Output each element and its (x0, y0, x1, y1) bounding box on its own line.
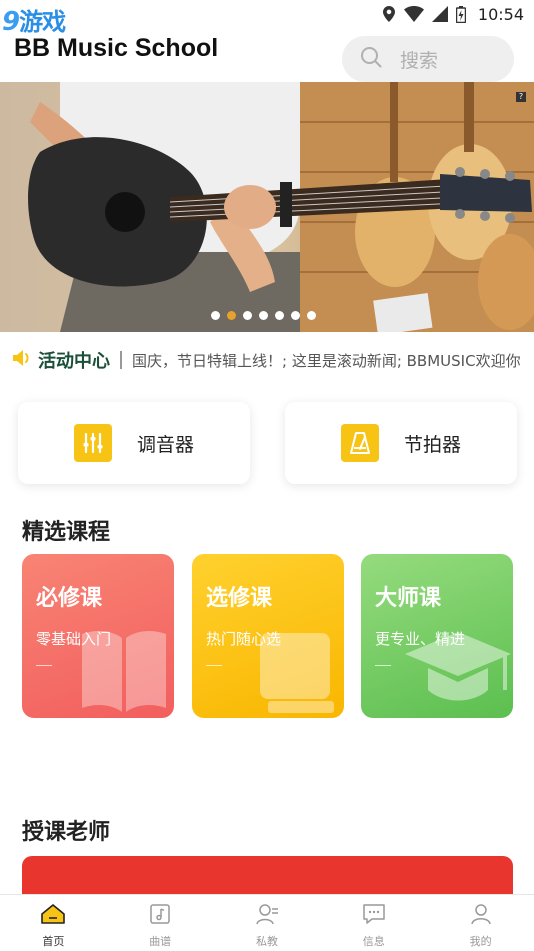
graduation-cap-icon (403, 624, 513, 718)
nav-label: 私教 (255, 935, 278, 948)
banner-ad-mark: ? (516, 92, 526, 102)
notebook-icon (254, 629, 344, 718)
nav-item-tutor[interactable]: 私教 (214, 895, 321, 951)
metronome-button[interactable]: 节拍器 (285, 402, 517, 484)
sheet-music-icon (149, 903, 171, 929)
nav-label: 信息 (362, 935, 385, 948)
course-title: 必修课 (36, 586, 103, 611)
metronome-label: 节拍器 (404, 433, 462, 456)
status-bar: 10:54 (0, 0, 534, 28)
search-input[interactable]: 搜索 (342, 36, 514, 82)
notice-title: 活动中心 (38, 351, 110, 372)
notice-marquee-text: 国庆，节日特辑上线！; 这里是滚动新闻; BBMUSIC欢迎你 (132, 351, 521, 370)
speaker-icon (12, 349, 32, 371)
profile-icon (470, 903, 492, 929)
course-divider (375, 665, 391, 666)
carousel-dots (211, 311, 316, 320)
message-icon (362, 903, 386, 929)
nav-item-sheet-music[interactable]: 曲谱 (107, 895, 214, 951)
app-header: BB Music School 搜索 (0, 28, 534, 82)
search-icon (360, 46, 382, 72)
location-icon (382, 6, 396, 22)
course-divider (206, 665, 222, 666)
carousel-dot[interactable] (243, 311, 252, 320)
battery-icon (455, 5, 466, 23)
course-divider (36, 665, 52, 666)
carousel-dot[interactable] (211, 311, 220, 320)
course-title: 大师课 (375, 586, 442, 611)
wifi-icon (403, 6, 424, 22)
nav-item-messages[interactable]: 信息 (320, 895, 427, 951)
notice-divider (120, 351, 122, 369)
home-icon (40, 903, 66, 929)
status-time: 10:54 (477, 4, 524, 24)
carousel-dot[interactable] (275, 311, 284, 320)
metronome-icon (341, 424, 379, 462)
nav-label: 我的 (469, 935, 492, 948)
course-card-required[interactable]: 必修课 零基础入门 (22, 554, 174, 718)
course-card-master[interactable]: 大师课 更专业、精进 (361, 554, 513, 718)
carousel-dot[interactable] (259, 311, 268, 320)
nav-label: 曲谱 (149, 935, 172, 948)
nav-item-profile[interactable]: 我的 (427, 895, 534, 951)
carousel-dot[interactable] (291, 311, 300, 320)
courses-section-title: 精选课程 (22, 520, 111, 545)
notice-bar[interactable]: 活动中心 国庆，节日特辑上线！; 这里是滚动新闻; BBMUSIC欢迎你 (0, 332, 534, 388)
tuner-icon (74, 424, 112, 462)
app-title: BB Music School (14, 34, 219, 62)
tuner-label: 调音器 (137, 433, 195, 456)
signal-icon (431, 6, 448, 22)
course-card-elective[interactable]: 选修课 热门随心选 (192, 554, 344, 718)
book-icon (74, 624, 174, 718)
banner-carousel[interactable]: ? (0, 82, 534, 332)
carousel-dot[interactable] (307, 311, 316, 320)
nav-label: 首页 (42, 935, 65, 948)
carousel-dot[interactable] (227, 311, 236, 320)
course-title: 选修课 (206, 586, 273, 611)
bottom-nav: 首页 曲谱 私教 信息 我的 (0, 894, 534, 951)
tutor-icon (255, 903, 279, 929)
banner-guitar-image (0, 82, 534, 332)
teachers-section-title: 授课老师 (22, 820, 111, 845)
tuner-button[interactable]: 调音器 (18, 402, 250, 484)
nav-item-home[interactable]: 首页 (0, 895, 107, 951)
search-placeholder: 搜索 (400, 49, 439, 72)
